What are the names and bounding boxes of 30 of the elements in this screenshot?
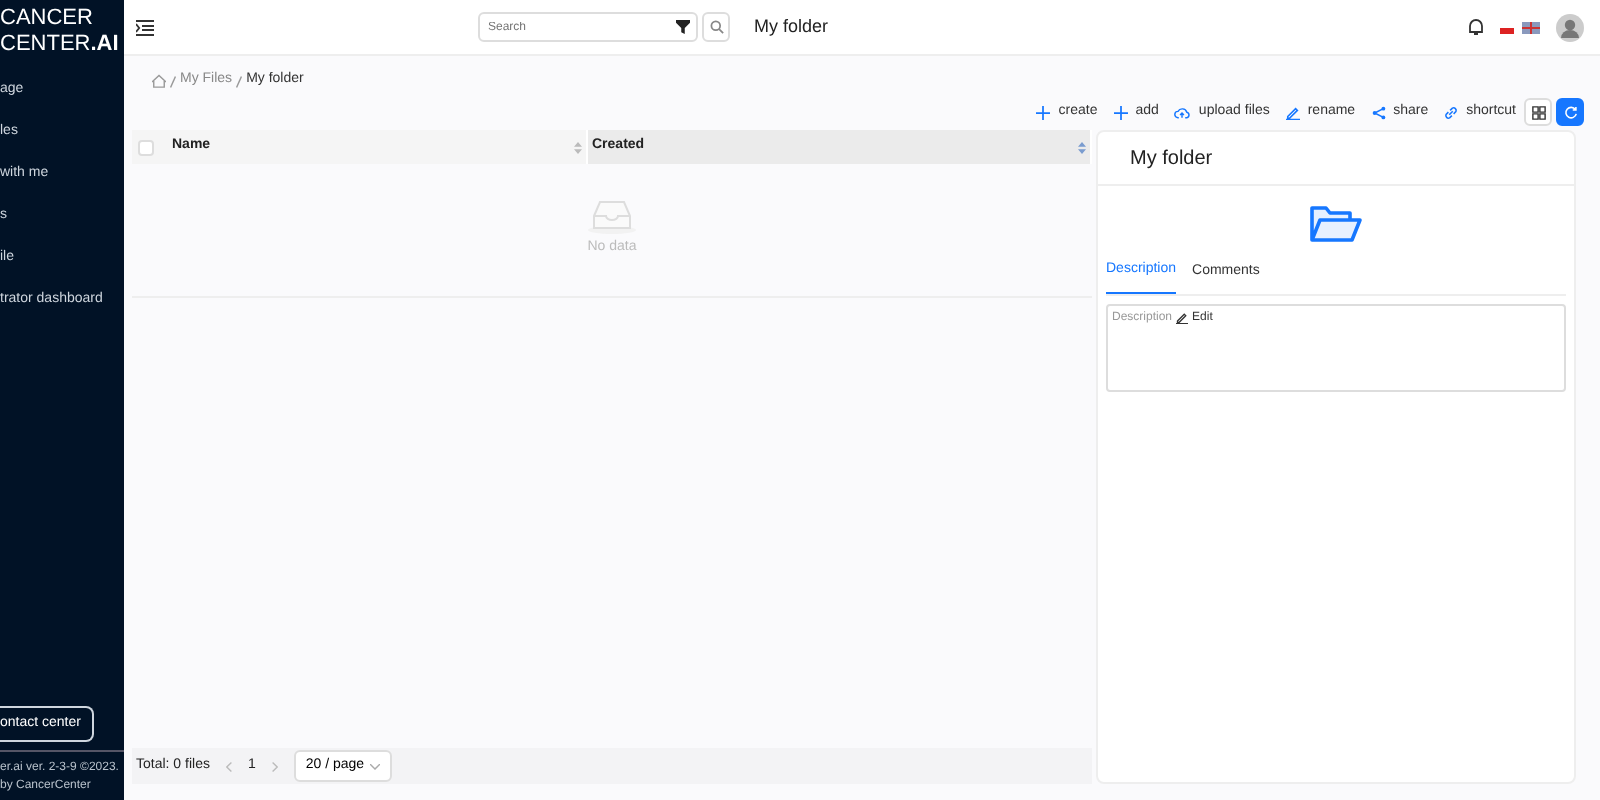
empty-inbox-icon <box>586 200 638 235</box>
cloud-upload-icon <box>1174 105 1191 119</box>
page-title: My folder <box>754 13 829 40</box>
grid-view-button[interactable] <box>1524 98 1552 126</box>
avatar <box>1556 13 1584 41</box>
refresh-button[interactable] <box>1556 98 1584 126</box>
pencil-icon <box>1176 312 1189 324</box>
select-all-checkbox[interactable] <box>138 139 154 155</box>
bell-icon[interactable] <box>1468 18 1484 36</box>
separator-icon <box>170 75 176 87</box>
logo-text: CENTER.AI <box>0 32 119 58</box>
logo-text: CANCER <box>0 6 93 32</box>
share-icon <box>1371 105 1386 119</box>
menu-icon[interactable] <box>136 19 154 35</box>
plus-icon <box>1036 105 1051 119</box>
separator-icon <box>236 75 243 87</box>
plus-icon <box>1113 105 1128 119</box>
home-icon[interactable] <box>152 74 166 88</box>
folder-icon <box>1310 204 1362 244</box>
sort-icon[interactable] <box>1078 141 1086 153</box>
search-icon <box>709 20 723 34</box>
panel-title: My folder <box>1098 132 1574 186</box>
filter-icon[interactable] <box>676 20 690 34</box>
search-button[interactable] <box>702 12 730 42</box>
refresh-icon <box>1563 105 1577 119</box>
grid-icon <box>1531 105 1545 119</box>
chevron-down-icon <box>370 763 381 769</box>
flags-icon[interactable] <box>1500 21 1540 33</box>
pencil-icon <box>1285 105 1300 119</box>
link-icon <box>1444 105 1459 119</box>
